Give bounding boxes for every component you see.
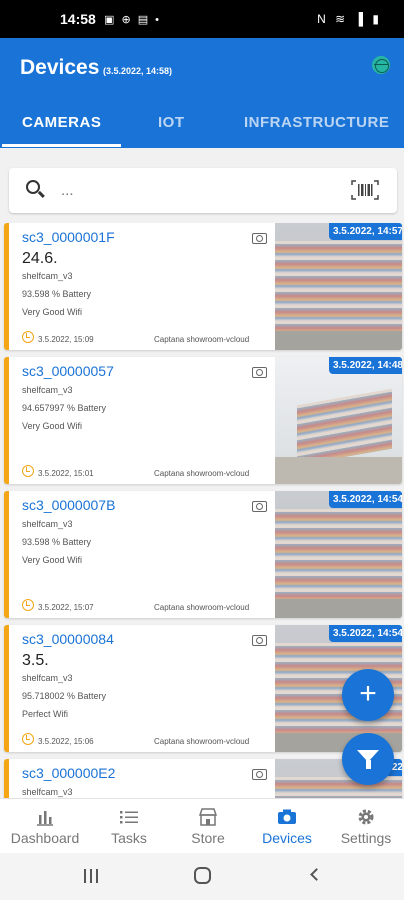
camera-icon [278,809,296,824]
device-card[interactable]: sc3_0000007B shelfcam_v3 93.598 % Batter… [4,491,402,618]
nav-label: Devices [262,830,312,846]
device-model: shelfcam_v3 [22,385,73,395]
nav-settings[interactable]: Settings [326,799,404,854]
filter-button[interactable] [342,733,394,785]
device-name[interactable]: sc3_00000057 [22,363,114,379]
last-updated-timestamp: (3.5.2022, 14:58) [103,66,173,76]
device-date: 3.5. [22,652,49,669]
device-wifi: Very Good Wifi [22,421,83,431]
system-navigation-bar [0,853,404,900]
nav-label: Tasks [111,830,147,846]
recent-apps-icon[interactable] [84,869,98,883]
device-name[interactable]: sc3_00000084 [22,631,114,647]
device-wifi: Very Good Wifi [22,307,83,317]
notification-icons: ▣ ⊕ ▤ • [104,14,162,26]
shelf-thumbnail[interactable]: 3.5.2022, 14:48 [275,357,402,484]
device-battery: 93.598 % Battery [22,289,92,299]
device-location: Captana showroom-vcloud [154,737,250,746]
device-card[interactable]: sc3_0000001F 24.6. shelfcam_v3 93.598 % … [4,223,402,350]
add-device-button[interactable]: + [342,669,394,721]
store-icon [198,808,218,826]
thumbnail-timestamp-badge: 3.5.2022, 14:57 [328,223,402,240]
device-wifi: Perfect Wifi [22,709,69,719]
search-input[interactable] [61,178,331,203]
nav-dashboard[interactable]: Dashboard [5,799,85,854]
device-location: Captana showroom-vcloud [154,469,250,478]
tab-cameras[interactable]: CAMERAS [22,114,101,131]
camera-icon[interactable] [252,501,267,512]
thumbnail-timestamp-badge: 3.5.2022, 14:54 [328,625,402,642]
shelf-thumbnail[interactable]: 3.5.2022, 14:54 [275,491,402,618]
system-status-icons: N ≋ ▐ ▮ [317,12,382,26]
shelf-image [275,241,402,336]
status-time: 14:58 [60,11,96,27]
shelf-thumbnail[interactable]: 3.5.2022, 14:57 [275,223,402,350]
nav-tasks[interactable]: Tasks [89,799,169,854]
device-wifi: Very Good Wifi [22,555,83,565]
floor-image [275,599,402,618]
nav-devices[interactable]: Devices [247,799,327,854]
active-tab-indicator [2,144,121,147]
camera-icon[interactable] [252,367,267,378]
back-icon[interactable] [310,868,323,881]
camera-icon[interactable] [252,769,267,780]
device-date: 24.6. [22,250,58,267]
dashboard-icon [37,811,53,826]
thumbnail-timestamp-badge: 3.5.2022, 14:54 [328,491,402,508]
device-battery: 93.598 % Battery [22,537,92,547]
shelf-image [275,509,402,604]
device-model: shelfcam_v3 [22,787,73,797]
floor-image [275,331,402,350]
device-model: shelfcam_v3 [22,673,73,683]
home-icon[interactable] [194,867,211,884]
gear-icon [358,809,374,825]
page-title: Devices [20,56,100,79]
nav-store[interactable]: Store [168,799,248,854]
device-name[interactable]: sc3_000000E2 [22,765,115,781]
status-bar: 14:58 ▣ ⊕ ▤ • N ≋ ▐ ▮ [0,0,404,38]
device-location: Captana showroom-vcloud [154,603,250,612]
clock-icon [22,599,34,611]
floor-image [275,457,402,484]
search-icon [26,180,40,194]
nav-label: Settings [340,830,392,846]
bottom-navigation: Dashboard Tasks Store Devices Settings [0,798,404,853]
barcode-scan-icon[interactable] [351,180,379,200]
nav-label: Store [191,830,225,846]
clock-icon [22,465,34,477]
clock-icon [22,331,34,343]
device-location: Captana showroom-vcloud [154,335,250,344]
tasks-icon [120,811,138,824]
device-timestamp: 3.5.2022, 15:06 [38,737,94,746]
device-battery: 95.718002 % Battery [22,691,107,701]
thumbnail-timestamp-badge: 3.5.2022, 14:48 [328,357,402,374]
device-timestamp: 3.5.2022, 15:07 [38,603,94,612]
device-name[interactable]: sc3_0000001F [22,229,115,245]
device-list: sc3_0000001F 24.6. shelfcam_v3 93.598 % … [0,223,404,798]
tab-infrastructure[interactable]: INFRASTRUCTURE [244,114,389,131]
tab-iot[interactable]: IOT [158,114,185,131]
device-card[interactable]: sc3_00000057 shelfcam_v3 94.657997 % Bat… [4,357,402,484]
device-timestamp: 3.5.2022, 15:09 [38,335,94,344]
camera-icon[interactable] [252,635,267,646]
clock-icon [22,733,34,745]
device-battery: 94.657997 % Battery [22,403,107,413]
device-timestamp: 3.5.2022, 15:01 [38,469,94,478]
nav-label: Dashboard [10,830,80,846]
app-bar: Devices (3.5.2022, 14:58) CAMERAS IOT IN… [0,38,404,148]
device-model: shelfcam_v3 [22,271,73,281]
globe-icon[interactable] [372,56,390,74]
camera-icon[interactable] [252,233,267,244]
search-bar [9,168,397,213]
shelf-image [297,388,392,466]
device-tabs: CAMERAS IOT INFRASTRUCTURE [0,110,404,148]
device-model: shelfcam_v3 [22,519,73,529]
filter-icon-stem [366,760,371,769]
device-name[interactable]: sc3_0000007B [22,497,115,513]
